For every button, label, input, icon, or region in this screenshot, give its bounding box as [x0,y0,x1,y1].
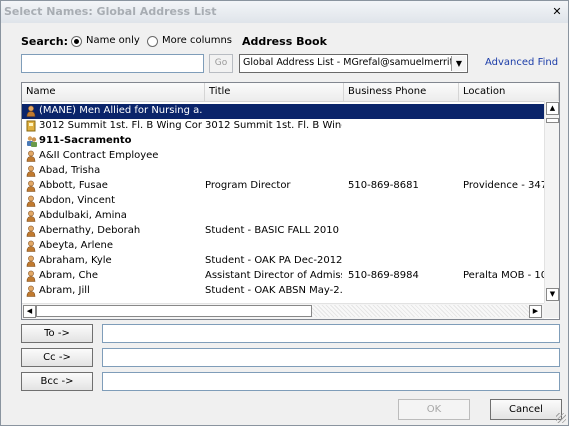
cell-name: Abram, Jill [39,285,90,296]
cell-phone: 510-869-8681 [348,180,419,191]
search-input[interactable] [21,54,204,73]
list-item[interactable]: Abram, Jill Student - OAK ABSN May-2... [22,284,544,299]
cell-title: Student - OAK PA Dec-2012 [205,255,342,266]
user-icon [26,255,36,267]
search-label: Search: [21,35,68,48]
to-field[interactable] [102,324,560,343]
bcc-button[interactable]: Bcc -> [21,372,93,391]
bcc-field[interactable] [102,372,560,391]
cell-location: Providence - 3474 [463,180,544,191]
list-item[interactable]: A&II Contract Employee [22,149,544,164]
address-book-value: Global Address List - MGrefal@samuelmerr… [243,57,451,68]
more-columns-radio[interactable] [147,36,158,47]
user-icon [26,225,36,237]
advanced-find-link[interactable]: Advanced Find [485,57,558,68]
list-item[interactable]: Abraham, Kyle Student - OAK PA Dec-2012 [22,254,544,269]
go-button[interactable]: Go [209,54,233,73]
cc-button[interactable]: Cc -> [21,348,93,367]
user-icon [26,150,36,162]
list-item[interactable]: Abernathy, Deborah Student - BASIC FALL 2… [22,224,544,239]
column-header-name[interactable]: Name [22,83,205,101]
list-item[interactable]: Abdulbaki, Amina [22,209,544,224]
cell-title: Assistant Director of Admissio [205,270,342,281]
scroll-down-icon[interactable]: ▼ [546,288,559,301]
cancel-button[interactable]: Cancel [490,399,562,420]
list-item[interactable]: Abdon, Vincent [22,194,544,209]
ok-button[interactable]: OK [398,399,470,420]
cell-title: Student - OAK ABSN May-2... [205,285,342,296]
cell-title: 3012 Summit 1st. Fl. B Wing... [205,120,342,131]
cell-name: 3012 Summit 1st. Fl. B Wing Con... [39,120,202,131]
address-book-select[interactable]: Global Address List - MGrefal@samuelmerr… [239,54,468,73]
name-only-label[interactable]: Name only [86,35,140,46]
cell-name: Abdon, Vincent [39,195,115,206]
user-icon [26,165,36,177]
address-list[interactable]: Name Title Business Phone Location (MANE… [21,82,560,320]
more-columns-label[interactable]: More columns [162,35,232,46]
list-item[interactable]: 3012 Summit 1st. Fl. B Wing Con... 3012 S… [22,119,544,134]
user-icon [26,180,36,192]
room-icon [26,120,36,132]
horizontal-scroll-track[interactable] [312,305,540,317]
scroll-up-icon[interactable]: ▲ [546,102,559,115]
horizontal-scroll-thumb[interactable] [36,305,312,317]
window-title: Select Names: Global Address List [4,5,217,18]
resize-grip-icon[interactable] [556,413,566,423]
column-header-location[interactable]: Location [459,83,559,101]
cell-location: Peralta MOB - 100 [463,270,544,281]
chevron-down-icon[interactable]: ▼ [451,56,466,71]
to-button[interactable]: To -> [21,324,93,343]
list-item[interactable]: Abeyta, Arlene [22,239,544,254]
list-item[interactable]: Abad, Trisha [22,164,544,179]
vertical-scroll-thumb[interactable] [546,118,559,123]
scroll-left-icon[interactable]: ◀ [23,305,36,318]
scroll-right-icon[interactable]: ▶ [529,305,542,318]
list-item[interactable]: Abbott, Fusae Program Director 510-869-868… [22,179,544,194]
cell-name: (MANE) Men Allied for Nursing a... [39,105,202,116]
address-book-label: Address Book [242,35,327,48]
column-header-title[interactable]: Title [205,83,344,101]
cell-title: Program Director [205,180,291,191]
cell-name: Abdulbaki, Amina [39,210,127,221]
cell-name: Abernathy, Deborah [39,225,141,236]
cell-name: Abeyta, Arlene [39,240,114,251]
cell-name: Abbott, Fusae [39,180,108,191]
user-icon [26,210,36,222]
cell-title: Student - BASIC FALL 2010 [205,225,339,236]
list-item[interactable]: (MANE) Men Allied for Nursing a... [22,104,544,119]
column-header-phone[interactable]: Business Phone [344,83,459,101]
close-icon[interactable]: ✕ [550,5,564,18]
horizontal-scrollbar[interactable]: ◀ ▶ [22,303,544,319]
scroll-corner [544,303,559,318]
group-icon [26,135,37,147]
select-names-dialog: Select Names: Global Address List ✕ Sear… [0,0,569,426]
cell-name: Abram, Che [39,270,98,281]
title-bar[interactable]: Select Names: Global Address List ✕ [1,1,568,23]
list-header: Name Title Business Phone Location [22,83,559,102]
cell-name: 911-Sacramento [39,135,132,146]
cell-name: Abraham, Kyle [39,255,112,266]
list-item[interactable]: Abram, Che Assistant Director of Admissio… [22,269,544,284]
cell-name: A&II Contract Employee [39,150,159,161]
user-icon [26,285,36,297]
user-icon [26,105,36,117]
cc-field[interactable] [102,348,560,367]
cell-phone: 510-869-8984 [348,270,419,281]
cell-name: Abad, Trisha [39,165,101,176]
list-item[interactable]: 911-Sacramento [22,134,544,149]
user-icon [26,270,36,282]
user-icon [26,240,36,252]
user-icon [26,195,36,207]
name-only-radio[interactable] [71,36,82,47]
vertical-scrollbar[interactable]: ▲ ▼ [544,101,559,303]
